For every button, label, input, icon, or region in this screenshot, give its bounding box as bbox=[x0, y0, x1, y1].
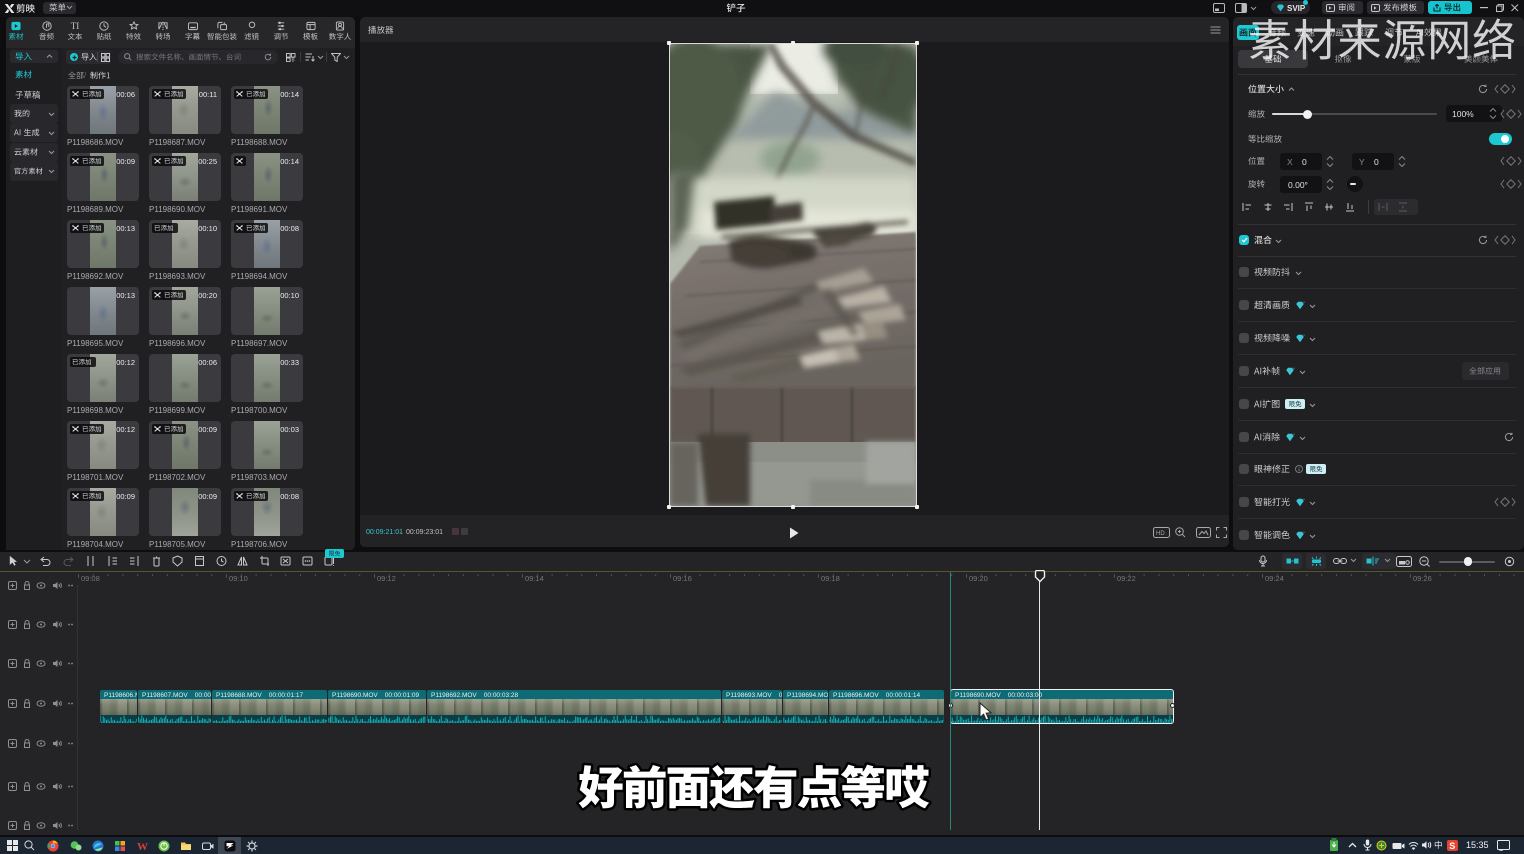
svg-text:S: S bbox=[1449, 841, 1455, 851]
svg-text:8: 8 bbox=[292, 57, 295, 61]
svg-text:W: W bbox=[137, 841, 148, 852]
svg-text:HD: HD bbox=[1156, 531, 1165, 537]
svg-text:TI: TI bbox=[71, 21, 80, 31]
